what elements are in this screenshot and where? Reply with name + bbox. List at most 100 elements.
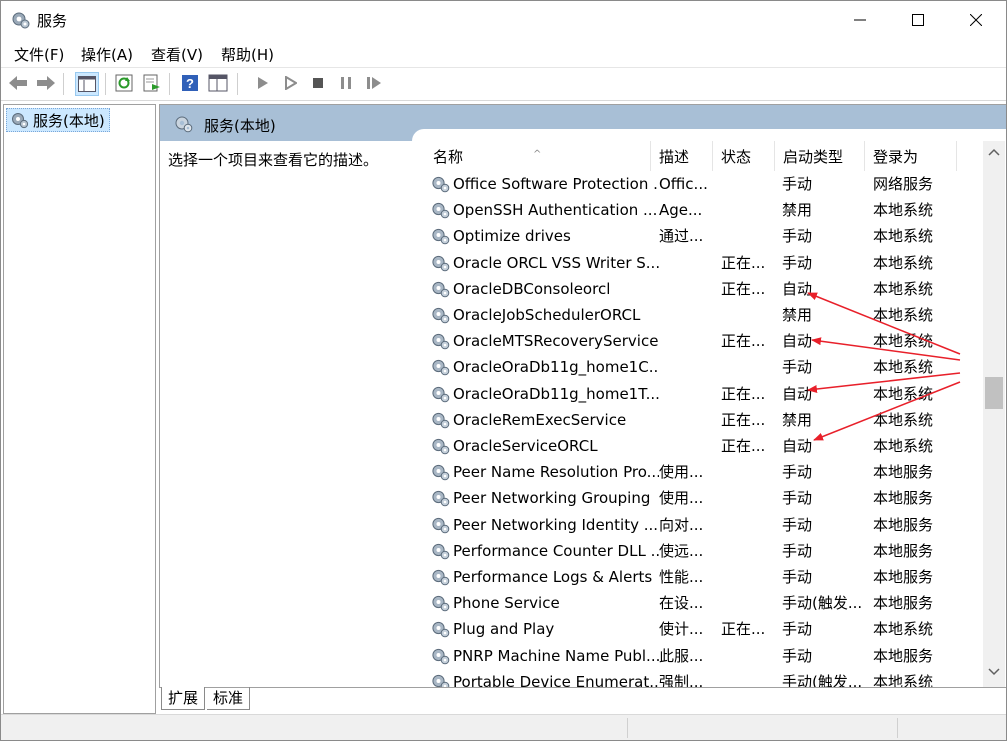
table-row[interactable]: OracleOraDb11g_home1T... 正在... 自动 本地系统 (425, 381, 981, 407)
panel-header-notch (412, 129, 1006, 141)
tab-extended[interactable]: 扩展 (161, 687, 206, 710)
cell-name: OracleOraDb11g_home1C... (425, 354, 659, 380)
cell-startup-type: 自动 (782, 279, 813, 298)
help-button[interactable]: ? (179, 72, 201, 94)
cell-description: 通过... (659, 227, 704, 246)
vertical-scrollbar[interactable] (983, 141, 1005, 687)
table-row[interactable]: OracleJobSchedulerORCL 禁用 本地系统 (425, 302, 981, 328)
table-row[interactable]: OracleServiceORCL 正在... 自动 本地系统 (425, 433, 981, 459)
table-row[interactable]: Office Software Protection ... Offic... 手动… (425, 171, 981, 197)
service-gear-icon (432, 412, 450, 429)
cell-startup-type: 禁用 (782, 410, 813, 429)
menu-view[interactable]: 查看(V) (151, 44, 203, 65)
menu-help[interactable]: 帮助(H) (221, 44, 274, 65)
cell-startup-type: 自动 (782, 437, 813, 455)
close-button[interactable] (947, 1, 1005, 39)
column-header-logon-as[interactable]: 登录为 (865, 141, 957, 171)
properties-button[interactable] (207, 72, 229, 94)
back-button[interactable] (7, 72, 29, 94)
menu-action[interactable]: 操作(A) (81, 44, 133, 65)
column-header-name[interactable]: 名称 ^ (425, 141, 651, 171)
table-row[interactable]: Oracle ORCL VSS Writer S... 正在... 手动 本地系统 (425, 250, 981, 276)
service-gear-icon (432, 360, 450, 376)
cell-logon-as: 本地系统 (873, 437, 934, 455)
service-name: OracleOraDb11g_home1C... (453, 358, 659, 377)
toolbar-separator (63, 73, 64, 95)
cell-status (721, 171, 775, 197)
cell-logon-as: 本地系统 (873, 410, 934, 429)
toolbar: ? (1, 67, 1006, 101)
cell-logon-as: 本地系统 (873, 332, 934, 351)
table-row[interactable]: OpenSSH Authentication ... Age... 禁用 本地系统 (425, 197, 981, 223)
table-row[interactable]: Performance Logs & Alerts 性能... 手动 本地服务 (425, 564, 981, 590)
service-gear-icon (432, 203, 450, 219)
cell-description: 使远... (659, 541, 704, 560)
table-row[interactable]: Peer Networking Grouping 使用... 手动 本地服务 (425, 485, 981, 511)
stop-service-button[interactable] (307, 72, 329, 94)
minimize-button[interactable] (831, 1, 889, 39)
cell-logon-as: 本地服务 (873, 489, 934, 508)
title-bar: 服务 (1, 1, 1006, 39)
service-gear-icon (432, 307, 450, 324)
table-row[interactable]: Optimize drives 通过... 手动 本地系统 (425, 223, 981, 249)
table-row[interactable]: Phone Service 在设... 手动(触发... 本地服务 (425, 590, 981, 616)
cell-startup-type: 手动 (782, 253, 813, 272)
service-name: Portable Device Enumerat... (453, 672, 659, 687)
cell-name: OracleJobSchedulerORCL (425, 302, 659, 328)
export-list-button[interactable] (141, 72, 163, 94)
service-gear-icon (432, 386, 450, 402)
scroll-up-icon[interactable] (988, 147, 1000, 157)
show-hide-console-tree-button[interactable] (75, 72, 99, 96)
cell-startup-type: 禁用 (782, 201, 813, 220)
table-row[interactable]: Peer Name Resolution Pro... 使用... 手动 本地服务 (425, 459, 981, 485)
cell-startup-type: 手动 (782, 227, 813, 246)
close-icon (970, 14, 982, 26)
table-row[interactable]: OracleOraDb11g_home1C... 手动 本地系统 (425, 354, 981, 380)
forward-button[interactable] (35, 72, 57, 94)
column-header-startup-type[interactable]: 启动类型 (775, 141, 865, 171)
cell-logon-as: 本地服务 (873, 463, 934, 482)
description-prompt: 选择一个项目来查看它的描述。 (168, 151, 379, 169)
start-service-button[interactable] (251, 72, 273, 94)
service-gear-icon (432, 674, 450, 687)
refresh-button[interactable] (113, 72, 135, 94)
table-row[interactable]: Portable Device Enumerat... 强制... 手动(触发...… (425, 669, 981, 687)
cell-status (721, 354, 775, 380)
tree-node-services-local[interactable]: 服务(本地) (6, 108, 110, 132)
table-row[interactable]: OracleMTSRecoveryService 正在... 自动 本地系统 (425, 328, 981, 354)
service-name: Oracle ORCL VSS Writer S... (453, 253, 659, 272)
cell-name: PNRP Machine Name Publ... (425, 643, 659, 669)
restart-service-button[interactable] (363, 72, 385, 94)
cell-logon-as: 本地服务 (873, 646, 934, 665)
scroll-down-icon[interactable] (988, 667, 1000, 677)
cell-startup-type: 手动 (782, 358, 813, 377)
table-row[interactable]: Plug and Play 使计... 正在... 手动 本地系统 (425, 616, 981, 642)
back-arrow-icon (9, 76, 27, 90)
cell-description: 强制... (659, 672, 704, 687)
scrollbar-thumb[interactable] (985, 377, 1003, 409)
window-title: 服务 (37, 12, 68, 30)
menu-bar: 文件(F) 操作(A) 查看(V) 帮助(H) (1, 41, 1006, 65)
column-header-description[interactable]: 描述 (651, 141, 713, 171)
cell-logon-as: 本地系统 (873, 384, 934, 403)
pause-service-button[interactable] (335, 72, 357, 94)
table-row[interactable]: Peer Networking Identity ... 向对... 手动 本地服务 (425, 512, 981, 538)
start-service-alt-button[interactable] (279, 72, 301, 94)
table-row[interactable]: Performance Counter DLL ... 使远... 手动 本地服务 (425, 538, 981, 564)
services-gear-icon (12, 113, 29, 129)
maximize-button[interactable] (889, 1, 947, 39)
table-row[interactable]: PNRP Machine Name Publ... 此服... 手动 本地服务 (425, 643, 981, 669)
help-icon: ? (182, 75, 198, 91)
cell-description (659, 433, 715, 459)
service-gear-icon (432, 543, 450, 560)
cell-name: Performance Counter DLL ... (425, 538, 659, 564)
cell-status (721, 223, 775, 249)
table-row[interactable]: OracleDBConsoleorcl 正在... 自动 本地系统 (425, 276, 981, 302)
menu-file[interactable]: 文件(F) (14, 44, 64, 65)
tab-standard[interactable]: 标准 (207, 687, 251, 710)
cell-name: Peer Networking Grouping (425, 485, 659, 511)
column-header-status[interactable]: 状态 (713, 141, 775, 171)
table-row[interactable]: OracleRemExecService 正在... 禁用 本地系统 (425, 407, 981, 433)
cell-logon-as: 本地系统 (873, 279, 934, 298)
cell-startup-type: 手动 (782, 515, 813, 534)
